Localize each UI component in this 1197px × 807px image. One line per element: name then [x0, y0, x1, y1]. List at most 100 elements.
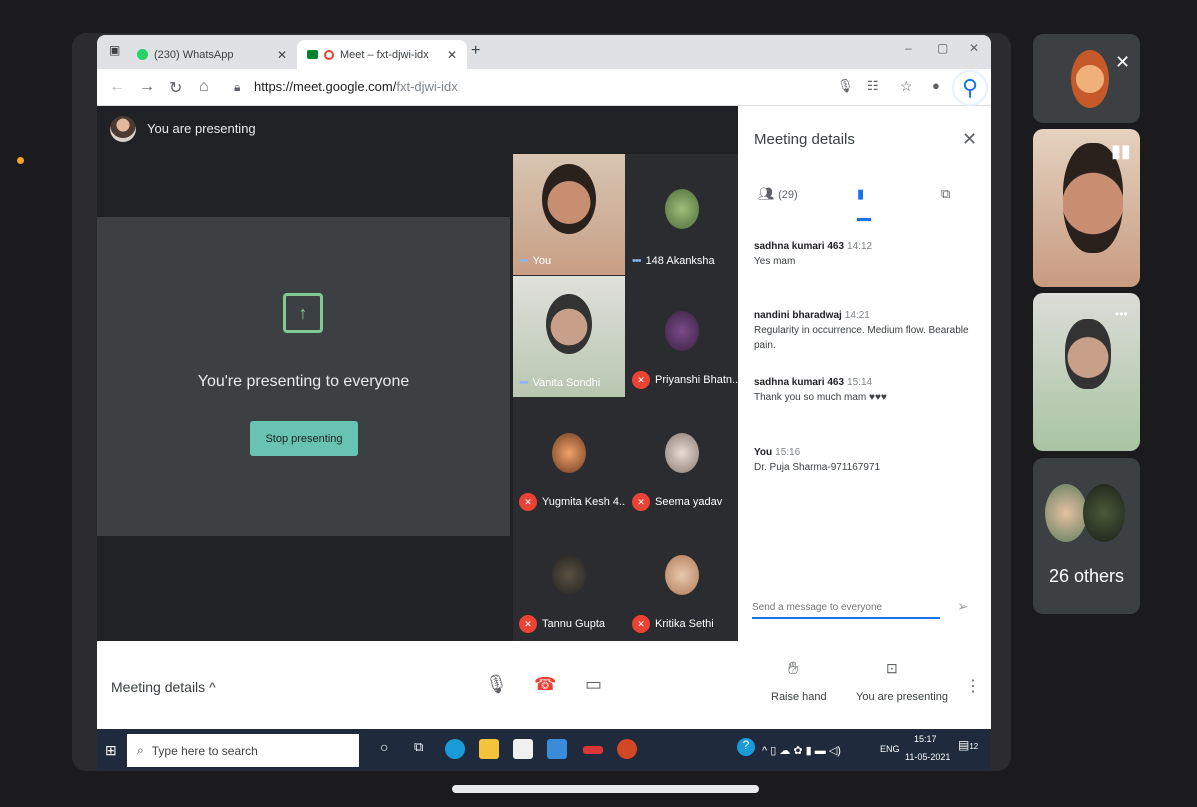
active-tab-indicator [857, 218, 871, 221]
participant-name: 148 Akanksha [645, 255, 715, 267]
status-dot [17, 157, 24, 164]
tab-label: Meet – fxt-djwi-idx [340, 48, 429, 61]
close-tab-icon[interactable]: ✕ [277, 48, 287, 62]
windows-start-icon[interactable]: ⊞ [105, 742, 117, 759]
more-options-icon[interactable]: ••• [632, 255, 642, 267]
task-view-icon[interactable]: ⧉ [414, 739, 423, 755]
present-icon[interactable]: ⊡ [886, 660, 898, 677]
activities-icon: ⧉ [941, 186, 951, 201]
mic-off-icon: ✕ [632, 615, 650, 633]
browser-menu-icon[interactable]: ▣ [109, 43, 120, 57]
system-tray-icons[interactable]: ^ ▯ ☁ ✿ ▮ ▬ ◁) [762, 744, 841, 757]
meet-icon [307, 50, 318, 59]
others-tile[interactable] [1033, 458, 1140, 614]
home-indicator[interactable] [452, 785, 759, 793]
avatar [110, 116, 136, 142]
help-icon[interactable]: ? [737, 738, 755, 756]
message-sender: sadhna kumari 463 [754, 241, 845, 252]
favorites-icon[interactable]: ☆ [900, 78, 913, 95]
whatsapp-icon [137, 49, 148, 60]
raise-hand-button[interactable]: Raise hand [771, 691, 827, 703]
maximize-icon[interactable]: ▢ [937, 41, 948, 55]
people-icon: 👥︎ [758, 186, 775, 201]
close-window-icon[interactable]: ✕ [969, 41, 979, 55]
message-sender: nandini bharadwaj [754, 310, 842, 321]
participant-tile[interactable]: ••• Vanita Sondhi [513, 276, 625, 397]
message-text: Yes mam [754, 256, 796, 267]
more-options-icon[interactable]: ••• [519, 377, 529, 389]
powerpoint-icon[interactable] [617, 739, 637, 759]
raise-hand-icon[interactable]: ✋︎ [788, 658, 798, 679]
store-icon[interactable] [513, 739, 533, 759]
pin-icon[interactable]: ⚲ [952, 70, 988, 106]
presenting-message: You're presenting to everyone [197, 373, 410, 390]
more-options-icon[interactable]: ••• [1115, 307, 1128, 321]
avatar [665, 311, 699, 351]
language-indicator[interactable]: ENG [880, 744, 900, 754]
participant-tile[interactable]: ✕ Kritika Sethi [626, 520, 738, 641]
reader-icon[interactable]: ☷ [867, 78, 879, 94]
message-time: 14:21 [844, 310, 870, 321]
reload-icon[interactable]: ↻ [169, 78, 182, 98]
send-icon[interactable]: ➢ [957, 598, 969, 615]
profile-icon[interactable]: ● [932, 78, 940, 93]
participant-tile[interactable]: ••• [1033, 293, 1140, 451]
hang-up-icon[interactable]: ☎︎ [534, 674, 556, 695]
notification-icon[interactable]: ▤12 [958, 738, 978, 752]
more-options-icon[interactable]: ⋮ [965, 676, 981, 696]
you-presenting-button[interactable]: You are presenting [856, 691, 948, 703]
lock-icon: 🔒︎ [234, 80, 241, 94]
participant-tile[interactable]: ✕ Seema yadav [626, 398, 738, 519]
clock-date[interactable]: 11-05-2021 [905, 752, 950, 762]
chat-message: You 15:16 Dr. Puja Sharma-971167971 [754, 445, 984, 475]
speaking-indicator-icon: ▮▮ [1111, 141, 1131, 161]
tab-activities[interactable]: ⧉ [941, 186, 950, 202]
tab-meet[interactable]: Meet – fxt-djwi-idx ✕ [297, 40, 467, 69]
participant-name: Kritika Sethi [655, 618, 714, 630]
mic-icon[interactable]: 🎙︎ [485, 674, 508, 695]
mic-indicator-icon[interactable]: 🎙︎ [837, 78, 854, 94]
participant-tile[interactable]: ••• 148 Akanksha [626, 154, 738, 275]
home-icon[interactable]: ⌂ [199, 78, 209, 96]
file-explorer-icon[interactable] [479, 739, 499, 759]
message-time: 15:14 [847, 377, 873, 388]
participant-video [542, 164, 596, 234]
cortana-icon[interactable]: ○ [380, 739, 388, 755]
avatar [552, 433, 586, 473]
chat-message: sadhna kumari 463 15:14 Thank you so much… [754, 375, 984, 405]
chat-input[interactable] [752, 597, 940, 619]
url-field[interactable]: https://meet.google.com/fxt-djwi-idx [254, 79, 458, 94]
camera-icon[interactable]: ▭ [585, 674, 602, 695]
close-icon[interactable]: ✕ [962, 129, 977, 150]
tab-whatsapp[interactable]: (230) WhatsApp ✕ [127, 40, 297, 69]
participant-name: Yugmita Kesh 4... [542, 496, 625, 508]
participant-tile[interactable]: ✕ Priyanshi Bhatn... [626, 276, 738, 397]
meeting-details-button[interactable]: Meeting details ^ [111, 679, 216, 695]
more-options-icon[interactable]: ••• [519, 255, 529, 267]
back-icon[interactable]: ← [109, 78, 125, 96]
tab-chat[interactable]: ▮ [857, 186, 864, 202]
mic-off-icon: ✕ [1115, 52, 1131, 72]
clock-time[interactable]: 15:17 [914, 734, 937, 744]
participant-tile[interactable]: ▮▮ [1033, 129, 1140, 287]
participant-tile[interactable]: ✕ Tannu Gupta [513, 520, 625, 641]
edge-icon[interactable] [445, 739, 465, 759]
notification-count: 12 [969, 742, 979, 751]
forward-icon[interactable]: → [139, 78, 155, 96]
browser-addressbar: ← → ↻ ⌂ 🔒︎ https://meet.google.com/fxt-d… [97, 69, 991, 106]
minimize-icon[interactable]: – [905, 41, 912, 55]
meeting-details-label: Meeting details [111, 679, 206, 695]
taskbar-search[interactable]: ⌕ Type here to search [127, 734, 359, 767]
avatar [1083, 484, 1125, 542]
close-tab-icon[interactable]: ✕ [447, 48, 457, 62]
stop-presenting-button[interactable]: Stop presenting [250, 421, 358, 456]
mail-icon[interactable] [547, 739, 567, 759]
new-tab-icon[interactable]: + [471, 42, 480, 60]
chat-message: sadhna kumari 463 14:12 Yes mam [754, 239, 984, 269]
participant-tile[interactable]: ✕ Yugmita Kesh 4... [513, 398, 625, 519]
participant-tile[interactable]: ••• You [513, 154, 625, 275]
tab-label: (230) WhatsApp [154, 48, 234, 61]
participant-tile[interactable]: ✕ [1033, 34, 1140, 123]
tab-people[interactable]: 👥︎ (29) [758, 186, 798, 202]
app-icon[interactable] [583, 746, 603, 754]
